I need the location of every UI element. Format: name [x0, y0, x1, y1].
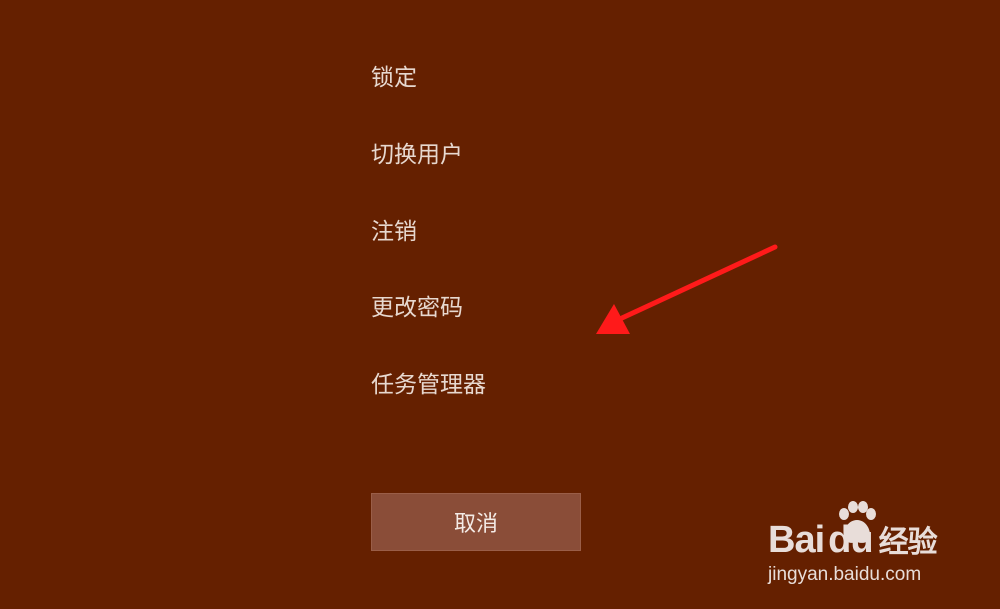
arrow-shaft	[619, 244, 778, 321]
watermark-brand-jingyan: 经验	[878, 525, 938, 560]
watermark-brand-bai: Bai	[768, 519, 825, 561]
watermark-brand: Bai du 经验	[768, 518, 938, 565]
watermark-brand-du: du	[828, 519, 873, 561]
baidu-jingyan-watermark: Bai du 经验 jingyan.baidu.com	[768, 500, 968, 595]
watermark-url: jingyan.baidu.com	[768, 564, 922, 585]
